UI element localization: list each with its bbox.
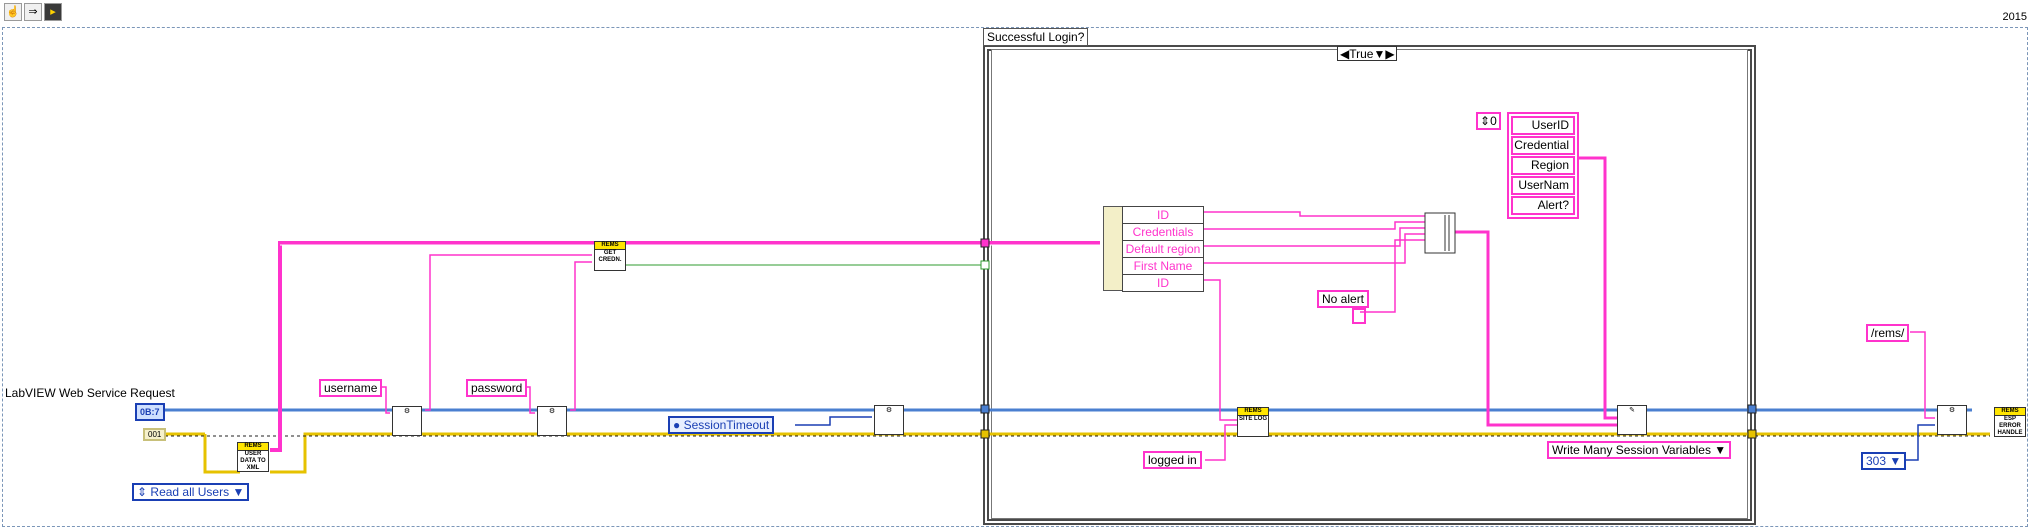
unbundle-field[interactable]: ID [1122, 275, 1204, 292]
unbundle-by-name-node[interactable] [1103, 206, 1123, 291]
dropdown-icon: ▼ [1714, 443, 1727, 457]
unbundle-field[interactable]: Credentials [1122, 224, 1204, 241]
array-index-display[interactable]: ⇕0 [1476, 112, 1501, 130]
unbundle-field-list: ID Credentials Default region First Name… [1122, 206, 1204, 292]
web-request-label: LabVIEW Web Service Request [5, 386, 175, 400]
session-timeout-const[interactable]: ● SessionTimeout [668, 416, 775, 434]
session-variable-names-array[interactable]: UserID Credential Region UserNam Alert? [1507, 112, 1579, 219]
redirect-path-const[interactable]: /rems/ [1866, 324, 1910, 342]
subvi-body: SITE LOG [1238, 416, 1267, 422]
subvi-header: REMS [1995, 408, 2025, 416]
user-data-to-xml-subvi[interactable]: REMS USER DATA TO XML [237, 442, 269, 472]
no-alert-terminal [1352, 308, 1366, 324]
request-ref-terminal[interactable]: 0B:7 [135, 403, 165, 421]
build-array-node [1424, 212, 1456, 254]
error-tunnel-out [1747, 429, 1757, 439]
read-all-users-enum[interactable]: ⇕ Read all Users ▼ [132, 483, 250, 501]
write-session-variables-node[interactable]: ✎ [1617, 405, 1647, 435]
selector-terminal [980, 260, 990, 270]
unbundle-field[interactable]: Default region [1122, 241, 1204, 258]
subvi-body: ESP ERROR HANDLE [1997, 416, 2023, 436]
username-string-const[interactable]: username [319, 379, 383, 397]
values-array-wire [1455, 230, 1617, 427]
block-diagram-canvas: ☝ ⇒ ▸ 2015 Successful Login? ◀ True ▼▶ L… [0, 0, 2033, 530]
logged-in-string-const[interactable]: logged in [1143, 451, 1202, 469]
ref-tunnel-in [980, 404, 990, 414]
read-form-data-password-node[interactable]: ⚙ [537, 406, 567, 436]
esp-error-handle-subvi[interactable]: REMS ESP ERROR HANDLE [1994, 407, 2026, 437]
write-many-ring-const[interactable]: Write Many Session Variables ▼ [1547, 441, 1732, 459]
session-var-name[interactable]: Alert? [1511, 196, 1575, 215]
enum-value: Read all Users [150, 485, 230, 499]
subvi-body: GET CREDN. [598, 250, 622, 263]
no-alert-string-const[interactable]: No alert [1317, 290, 1370, 308]
site-log-subvi[interactable]: REMS SITE LOG [1237, 407, 1269, 437]
error-in-terminal[interactable]: 001 [143, 428, 167, 441]
enum-value: SessionTimeout [683, 418, 770, 432]
string-tunnel-in [980, 238, 990, 248]
array-index-value: 0 [1490, 114, 1497, 128]
set-redirect-node[interactable]: ⚙ [1937, 405, 1967, 435]
unbundle-field[interactable]: ID [1122, 206, 1204, 224]
get-credentials-subvi[interactable]: REMS GET CREDN. [594, 241, 626, 271]
ref-tunnel-out [1747, 404, 1757, 414]
subvi-header: REMS [595, 242, 625, 250]
ring-value: Write Many Session Variables [1552, 443, 1711, 457]
names-array-wire [1573, 156, 1617, 420]
session-var-name[interactable]: UserNam [1511, 176, 1575, 195]
password-string-const[interactable]: password [466, 379, 528, 397]
password-out-wire [570, 261, 592, 411]
write-session-timeout-node[interactable]: ⚙ [874, 405, 904, 435]
error-wire-c [270, 432, 1990, 474]
id-to-sitelog-wire [1204, 279, 1238, 421]
session-var-name[interactable]: Region [1511, 156, 1575, 175]
enum-value: 303 [1866, 454, 1887, 468]
status-code-const[interactable]: 303 ▼ [1861, 452, 1907, 470]
error-tunnel-in [980, 429, 990, 439]
session-icon: ● [673, 418, 681, 432]
session-var-name[interactable]: Credential [1511, 136, 1575, 155]
read-form-data-username-node[interactable]: ⚙ [392, 406, 422, 436]
subvi-header: REMS [238, 443, 268, 451]
subvi-header: REMS [1238, 408, 1268, 416]
dropdown-icon: ▼ [1889, 454, 1902, 468]
redirect-wire [1910, 331, 1935, 419]
error-wire-b [203, 434, 240, 474]
loggedin-wire [1205, 424, 1238, 461]
dropdown-icon: ▼ [232, 485, 245, 499]
index-arrows-icon: ⇕ [1480, 114, 1491, 128]
timeout-wire [795, 416, 872, 426]
session-var-name[interactable]: UserID [1511, 116, 1575, 135]
subvi-body: USER DATA TO XML [240, 451, 266, 471]
unbundle-field[interactable]: First Name [1122, 258, 1204, 275]
enum-arrows-icon: ⇕ [137, 485, 148, 499]
